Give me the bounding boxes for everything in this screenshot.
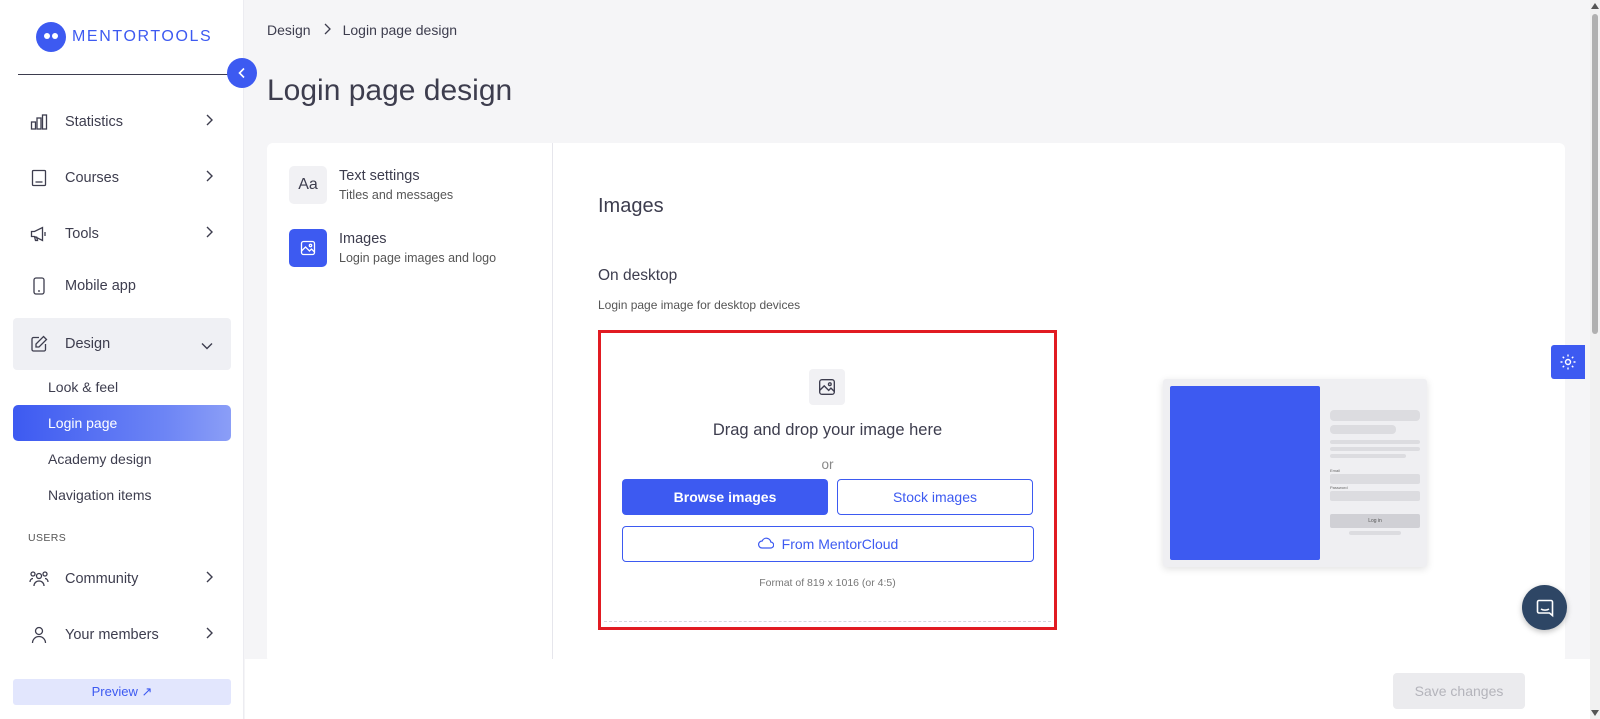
scroll-thumb[interactable] xyxy=(1592,14,1598,334)
sidebar-item-label: Courses xyxy=(65,170,119,186)
preview-bar xyxy=(1330,440,1420,444)
preview-input xyxy=(1330,474,1420,484)
preview-bar xyxy=(1330,447,1420,451)
preview-bar xyxy=(1330,454,1406,458)
chevron-left-icon xyxy=(238,67,245,79)
desktop-title: On desktop xyxy=(598,267,678,284)
sidebar: MENTORTOOLS Statistics Courses Tools Mob… xyxy=(0,0,244,719)
sidebar-item-statistics[interactable]: Statistics xyxy=(13,96,231,148)
dropzone-divider xyxy=(604,621,1051,622)
sidebar-item-label: Your members xyxy=(65,627,159,643)
logo-text: MENTORTOOLS xyxy=(72,28,213,45)
chevron-right-icon xyxy=(205,571,213,587)
users-section-label: USERS xyxy=(28,532,67,544)
image-icon xyxy=(809,369,845,405)
scroll-up-arrow[interactable] xyxy=(1591,3,1599,9)
preview-bar xyxy=(1349,531,1401,535)
pencil-icon xyxy=(29,334,49,354)
phone-icon xyxy=(29,276,49,296)
breadcrumb: Design Login page design xyxy=(267,22,457,38)
sidebar-item-label: Statistics xyxy=(65,114,124,130)
preview-bar xyxy=(1330,425,1396,434)
sidebar-item-community[interactable]: Community xyxy=(13,553,231,605)
format-hint: Format of 819 x 1016 (or 4:5) xyxy=(759,577,896,589)
sidebar-item-label: Design xyxy=(65,336,111,352)
preview-password-label: Password xyxy=(1330,485,1348,490)
sidebar-item-label: Mobile app xyxy=(65,278,136,294)
settings-item-subtitle: Titles and messages xyxy=(339,188,454,202)
scroll-down-arrow[interactable] xyxy=(1591,710,1599,716)
chat-icon xyxy=(1536,599,1553,617)
sidebar-item-label: Tools xyxy=(65,226,99,242)
bar-chart-icon xyxy=(29,112,49,132)
preview-login-button: Log in xyxy=(1330,514,1420,528)
card-divider xyxy=(552,143,553,663)
chevron-right-icon xyxy=(323,22,331,38)
sidebar-subitem-academy-design[interactable]: Academy design xyxy=(13,441,231,477)
chevron-right-icon xyxy=(205,114,213,130)
preview-image-area xyxy=(1170,386,1320,560)
sidebar-item-tools[interactable]: Tools xyxy=(13,208,231,260)
settings-item-images[interactable]: Images Login page images and logo xyxy=(289,229,496,267)
settings-item-subtitle: Login page images and logo xyxy=(339,251,497,265)
sidebar-item-your-members[interactable]: Your members xyxy=(13,609,231,661)
browse-images-button[interactable]: Browse images xyxy=(622,479,828,515)
sidebar-item-label: Community xyxy=(65,571,139,587)
settings-card: Aa Text settings Titles and messages Ima… xyxy=(267,143,1565,663)
images-section-title: Images xyxy=(598,195,664,217)
settings-fab[interactable] xyxy=(1551,345,1585,379)
sidebar-item-courses[interactable]: Courses xyxy=(13,152,231,204)
page-title: Login page design xyxy=(267,74,513,107)
chevron-right-icon xyxy=(205,170,213,186)
subitem-label: Login page xyxy=(48,415,118,431)
chat-button[interactable] xyxy=(1522,585,1567,630)
logo[interactable]: MENTORTOOLS xyxy=(36,22,212,52)
login-preview: Email Password Log in xyxy=(1163,379,1427,567)
sidebar-item-mobile-app[interactable]: Mobile app xyxy=(13,260,231,312)
sidebar-subitem-login-page[interactable]: Login page xyxy=(13,405,231,441)
cloud-icon xyxy=(757,536,774,552)
mentorcloud-button[interactable]: From MentorCloud xyxy=(622,526,1034,562)
stock-images-button[interactable]: Stock images xyxy=(837,479,1033,515)
sidebar-item-design[interactable]: Design xyxy=(13,318,231,370)
preview-email-label: Email xyxy=(1330,468,1341,473)
sidebar-subitem-look-feel[interactable]: Look & feel xyxy=(13,369,231,405)
dropzone-title: Drag and drop your image here xyxy=(712,421,943,439)
footer-bar xyxy=(245,659,1590,719)
settings-item-title: Images xyxy=(339,231,387,247)
settings-item-text[interactable]: Aa Text settings Titles and messages xyxy=(289,166,453,204)
book-icon xyxy=(29,168,49,188)
person-icon xyxy=(29,625,49,645)
megaphone-icon xyxy=(29,224,49,244)
mentorcloud-label: From MentorCloud xyxy=(781,536,899,552)
chevron-right-icon xyxy=(205,627,213,643)
preview-input xyxy=(1330,491,1420,501)
breadcrumb-parent[interactable]: Design xyxy=(267,22,311,38)
dropzone-or: or xyxy=(821,457,834,472)
save-changes-button[interactable]: Save changes xyxy=(1393,673,1525,709)
chevron-down-icon xyxy=(201,338,213,354)
people-icon xyxy=(29,569,49,589)
preview-bar xyxy=(1330,410,1420,421)
logo-icon xyxy=(36,22,66,52)
chevron-right-icon xyxy=(205,226,213,242)
sidebar-subitem-navigation-items[interactable]: Navigation items xyxy=(13,477,231,513)
text-format-icon: Aa xyxy=(289,166,327,204)
subitem-label: Academy design xyxy=(48,451,152,467)
breadcrumb-current: Login page design xyxy=(342,22,458,38)
image-dropzone[interactable]: Drag and drop your image here or Browse … xyxy=(598,330,1057,630)
collapse-sidebar-button[interactable] xyxy=(227,58,257,88)
desktop-description: Login page image for desktop devices xyxy=(598,298,801,312)
preview-button[interactable]: Preview ↗ xyxy=(13,679,231,705)
gear-icon xyxy=(1560,354,1576,370)
scrollbar[interactable] xyxy=(1590,0,1600,719)
subitem-label: Look & feel xyxy=(48,379,119,395)
subitem-label: Navigation items xyxy=(48,487,152,503)
settings-item-title: Text settings xyxy=(339,168,420,184)
image-icon xyxy=(289,229,327,267)
sidebar-divider xyxy=(18,74,230,75)
